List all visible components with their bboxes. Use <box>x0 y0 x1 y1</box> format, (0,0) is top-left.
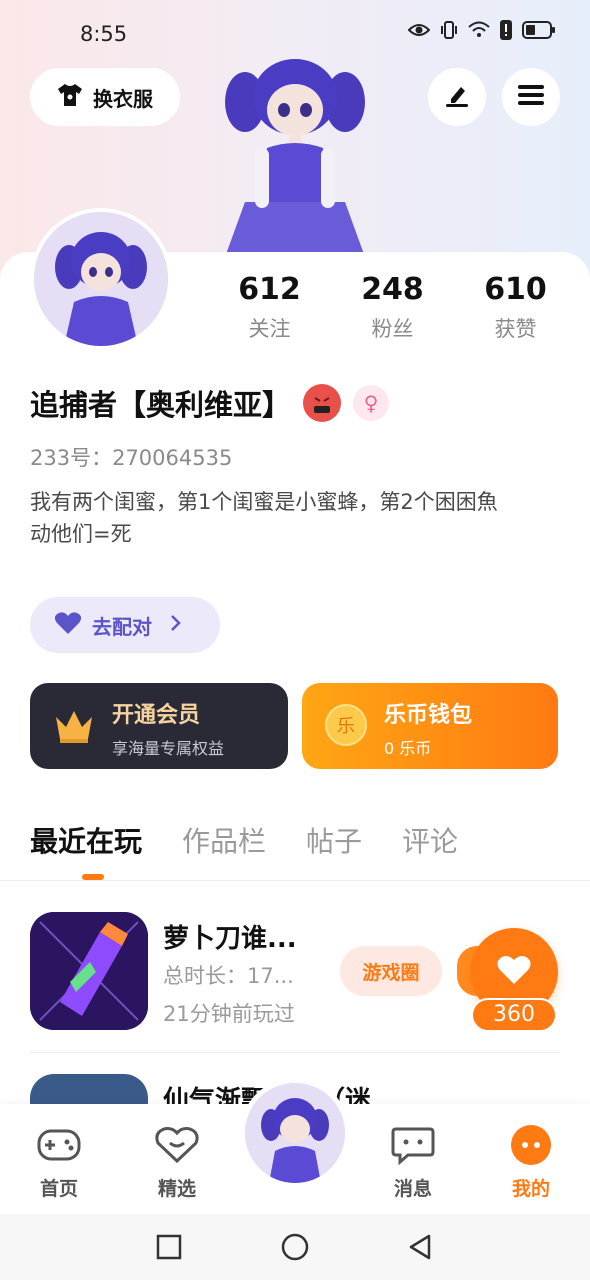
tab-works[interactable]: 作品栏 <box>182 820 266 860</box>
change-outfit-label: 换衣服 <box>93 86 153 111</box>
avatar-3d-figure[interactable] <box>205 52 385 257</box>
profile-tabs: 最近在玩 作品栏 帖子 评论 <box>30 820 458 860</box>
menu-icon <box>517 83 545 111</box>
nav-avatar-button[interactable] <box>240 1078 350 1188</box>
stat-label: 关注 <box>248 317 291 341</box>
nav-label: 首页 <box>39 1178 78 1200</box>
crown-icon <box>52 703 96 747</box>
chevron-right-icon <box>170 613 182 637</box>
tab-recent[interactable]: 最近在玩 <box>30 820 142 860</box>
wallet-balance: 0 乐币 <box>384 739 432 758</box>
nav-label: 消息 <box>393 1178 432 1200</box>
game-name: 萝卜刀谁... <box>163 924 297 954</box>
profile-avatar[interactable] <box>30 208 172 350</box>
divider <box>0 880 590 881</box>
bio-line: 我有两个闺蜜，第1个闺蜜是小蜜蜂，第2个困困魚 <box>30 490 498 514</box>
wallet-card[interactable]: 乐 乐币钱包 0 乐币 <box>302 683 558 769</box>
heart-shield-icon <box>154 1122 200 1168</box>
stat-likes[interactable]: 610 获赞 <box>454 272 577 343</box>
tab-posts[interactable]: 帖子 <box>306 820 362 860</box>
game-circle-button[interactable]: 游戏圈 <box>340 946 442 996</box>
vip-card[interactable]: 开通会员 享海量专属权益 <box>30 683 288 769</box>
coin-glyph: 乐 <box>337 716 355 737</box>
heart-icon <box>54 611 82 640</box>
heart-icon <box>496 954 532 990</box>
wallet-title: 乐币钱包 <box>384 703 473 728</box>
tab-comments[interactable]: 评论 <box>402 820 458 860</box>
match-label: 去配对 <box>92 614 152 639</box>
username: 追捕者【奥利维亚】 <box>30 388 292 422</box>
angry-face-icon <box>303 384 342 422</box>
divider <box>30 1052 560 1053</box>
home-circle-icon[interactable] <box>280 1232 310 1262</box>
bio-line: 动他们=死 <box>30 522 132 546</box>
nav-label: 精选 <box>157 1178 196 1200</box>
female-icon: ♀ <box>353 385 390 421</box>
list-item[interactable]: 萝卜刀谁... 总时长：17... 21分钟前玩过 游戏圈 360 <box>30 912 560 1032</box>
vip-subtitle: 享海量专属权益 <box>112 739 225 758</box>
vibrate-icon <box>440 20 458 40</box>
stat-value: 610 <box>484 272 547 307</box>
game-last-played: 21分钟前玩过 <box>163 1002 295 1026</box>
stat-value: 248 <box>361 272 424 307</box>
nav-me[interactable]: 我的 <box>491 1122 571 1201</box>
recent-apps-icon[interactable] <box>154 1232 184 1262</box>
stat-followers[interactable]: 248 粉丝 <box>331 272 454 343</box>
change-outfit-button[interactable]: 换衣服 <box>30 68 180 126</box>
battery-icon <box>522 21 556 39</box>
bottom-nav: 首页 精选 消息 我的 <box>0 1078 590 1214</box>
system-nav-bar <box>0 1214 590 1280</box>
profile-stats: 612 关注 248 粉丝 610 获赞 <box>208 272 578 343</box>
status-icons <box>408 20 556 40</box>
status-time: 8:55 <box>80 22 128 46</box>
gamepad-icon <box>36 1122 82 1168</box>
pen-icon <box>443 81 471 113</box>
chat-icon <box>390 1122 436 1168</box>
match-button[interactable]: 去配对 <box>30 597 220 653</box>
menu-button[interactable] <box>502 68 560 126</box>
alert-icon <box>500 20 512 40</box>
nav-featured[interactable]: 精选 <box>137 1122 217 1201</box>
eye-icon <box>408 22 430 38</box>
wifi-icon <box>468 21 490 39</box>
back-triangle-icon[interactable] <box>405 1232 435 1262</box>
coin-icon: 乐 <box>324 703 368 747</box>
nav-messages[interactable]: 消息 <box>373 1122 453 1201</box>
profile-face-icon <box>508 1122 554 1168</box>
edit-profile-button[interactable] <box>428 68 486 126</box>
game-icon[interactable] <box>30 912 148 1030</box>
stat-value: 612 <box>238 272 301 307</box>
nav-home[interactable]: 首页 <box>19 1122 99 1201</box>
stat-label: 获赞 <box>494 317 537 341</box>
like-count: 360 <box>471 998 557 1032</box>
tshirt-icon <box>57 83 83 112</box>
game-duration: 总时长：17... <box>163 964 294 988</box>
vip-title: 开通会员 <box>112 703 201 728</box>
bio: 我有两个闺蜜，第1个闺蜜是小蜜蜂，第2个困困魚 动他们=死 <box>30 486 560 550</box>
stat-label: 粉丝 <box>371 317 414 341</box>
nav-label: 我的 <box>511 1178 550 1200</box>
user-id: 233号：270064535 <box>30 446 233 470</box>
stat-following[interactable]: 612 关注 <box>208 272 331 343</box>
username-row: 追捕者【奥利维亚】 ♀ <box>30 382 390 424</box>
